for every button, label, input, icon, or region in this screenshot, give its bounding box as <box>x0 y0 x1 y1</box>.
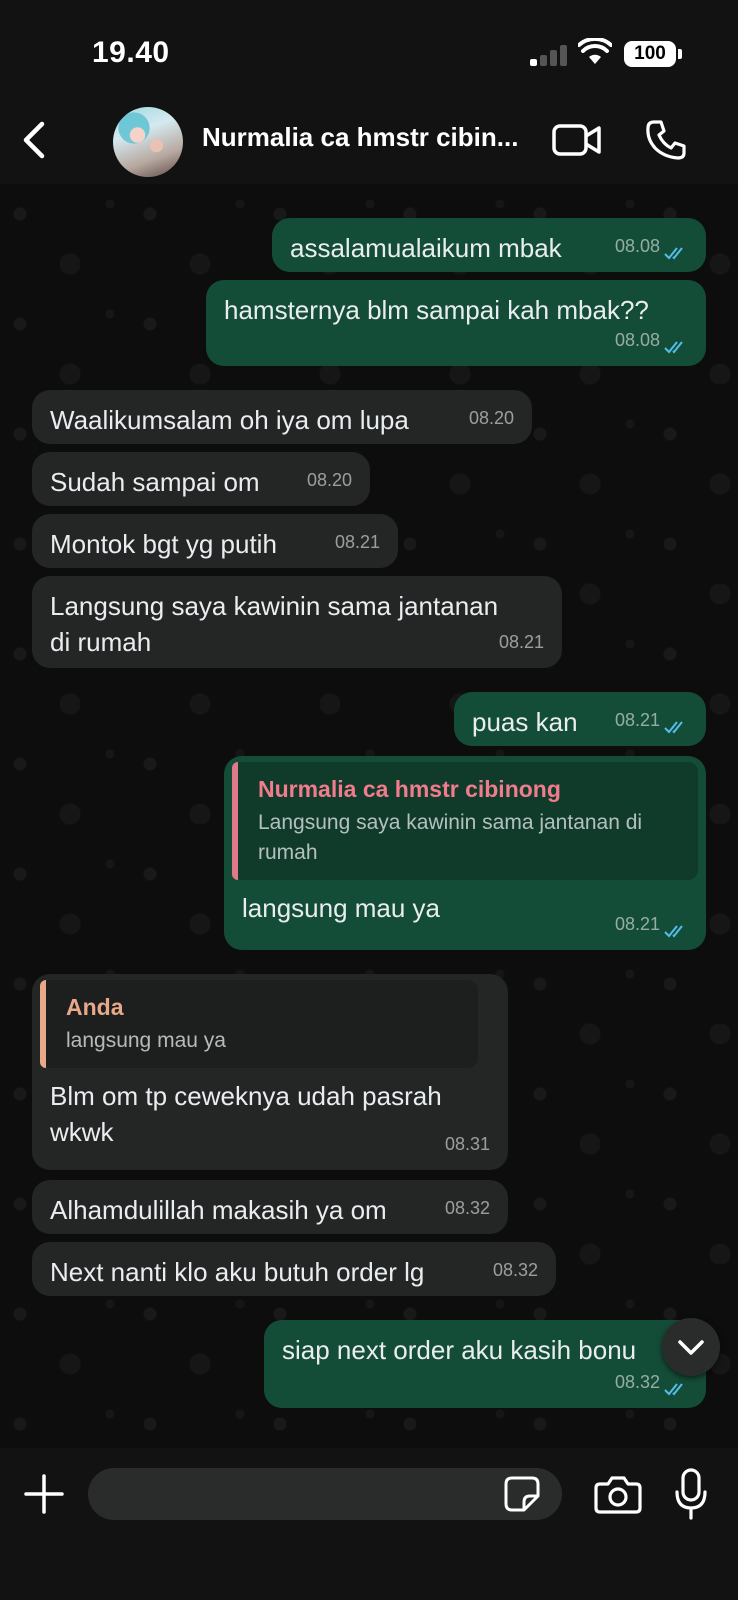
message-time: 08.20 <box>306 470 352 490</box>
quote-author: Nurmalia ca hmstr cibinong <box>258 776 561 802</box>
message-time: 08.21 <box>498 632 544 652</box>
battery-indicator: 100 <box>624 41 682 67</box>
message-time: 08.08 <box>614 236 660 256</box>
message-text: puas kan <box>472 707 578 737</box>
message-time: 08.20 <box>468 408 514 428</box>
message-outgoing[interactable]: assalamualaikum mbak 08.08 <box>272 218 706 272</box>
message-text: Sudah sampai om <box>50 467 260 497</box>
chevron-down-icon <box>678 1340 704 1355</box>
message-text: Blm om tp ceweknya udah pasrah wkwk <box>50 1081 442 1147</box>
scroll-to-bottom-button[interactable] <box>662 1318 720 1376</box>
message-text: Waalikumsalam oh iya om lupa <box>50 405 409 435</box>
video-camera-icon[interactable] <box>552 120 602 160</box>
wifi-icon <box>578 38 612 64</box>
message-incoming[interactable]: Alhamdulillah makasih ya om 08.32 <box>32 1180 508 1234</box>
message-input[interactable] <box>88 1468 562 1520</box>
contact-name[interactable]: Nurmalia ca hmstr cibin... <box>202 122 532 153</box>
message-incoming-reply[interactable]: Anda langsung mau ya Blm om tp ceweknya … <box>32 974 508 1170</box>
message-outgoing-reply[interactable]: Nurmalia ca hmstr cibinong Langsung saya… <box>224 756 706 950</box>
message-incoming[interactable]: Next nanti klo aku butuh order lg 08.32 <box>32 1242 556 1296</box>
plus-icon[interactable] <box>22 1472 66 1516</box>
status-bar: 19.40 100 <box>0 0 738 100</box>
message-time: 08.21 <box>614 710 660 730</box>
status-time: 19.40 <box>92 36 170 69</box>
message-time: 08.32 <box>614 1372 660 1392</box>
message-outgoing[interactable]: hamsternya blm sampai kah mbak?? 08.08 <box>206 280 706 366</box>
signal-icon <box>530 44 568 66</box>
input-bar <box>0 1448 738 1600</box>
message-outgoing[interactable]: siap next order aku kasih bonu 08.32 <box>264 1320 706 1408</box>
message-text: Next nanti klo aku butuh order lg <box>50 1257 425 1287</box>
message-incoming[interactable]: Waalikumsalam oh iya om lupa 08.20 <box>32 390 532 444</box>
message-outgoing[interactable]: puas kan 08.21 <box>454 692 706 746</box>
chat-area[interactable]: assalamualaikum mbak 08.08 hamsternya bl… <box>0 184 738 1448</box>
sticker-icon[interactable] <box>504 1476 540 1512</box>
message-text: Montok bgt yg putih <box>50 529 277 559</box>
chat-header: Nurmalia ca hmstr cibin... <box>0 100 738 184</box>
quote-text: langsung mau ya <box>66 1029 226 1052</box>
message-time: 08.08 <box>614 330 660 350</box>
quoted-message[interactable]: Nurmalia ca hmstr cibinong Langsung saya… <box>232 762 698 880</box>
double-check-icon <box>664 721 683 734</box>
message-time: 08.31 <box>444 1134 490 1154</box>
avatar[interactable] <box>113 107 183 177</box>
quote-text: Langsung saya kawinin sama jantanan di r… <box>258 811 643 864</box>
message-text: hamsternya blm sampai kah mbak?? <box>224 295 649 325</box>
phone-icon[interactable] <box>644 118 688 162</box>
message-time: 08.21 <box>614 914 660 934</box>
microphone-icon[interactable] <box>674 1468 708 1520</box>
back-chevron-icon[interactable] <box>14 118 58 162</box>
message-time: 08.32 <box>444 1198 490 1218</box>
message-incoming[interactable]: Sudah sampai om 08.20 <box>32 452 370 506</box>
double-check-icon <box>664 247 683 260</box>
message-text: Langsung saya kawinin sama jantanan di r… <box>50 591 499 657</box>
message-text: Alhamdulillah makasih ya om <box>50 1195 387 1225</box>
message-text: langsung mau ya <box>242 893 441 923</box>
message-text: siap next order aku kasih bonu <box>282 1335 637 1365</box>
double-check-icon <box>664 925 683 938</box>
message-time: 08.21 <box>334 532 380 552</box>
message-incoming[interactable]: Langsung saya kawinin sama jantanan di r… <box>32 576 562 668</box>
message-time: 08.32 <box>492 1260 538 1280</box>
message-incoming[interactable]: Montok bgt yg putih 08.21 <box>32 514 398 568</box>
double-check-icon <box>664 1383 683 1396</box>
camera-icon[interactable] <box>594 1472 642 1516</box>
message-text: assalamualaikum mbak <box>290 233 562 263</box>
quoted-message[interactable]: Anda langsung mau ya <box>40 980 478 1068</box>
quote-author: Anda <box>66 994 124 1020</box>
double-check-icon <box>664 341 683 354</box>
